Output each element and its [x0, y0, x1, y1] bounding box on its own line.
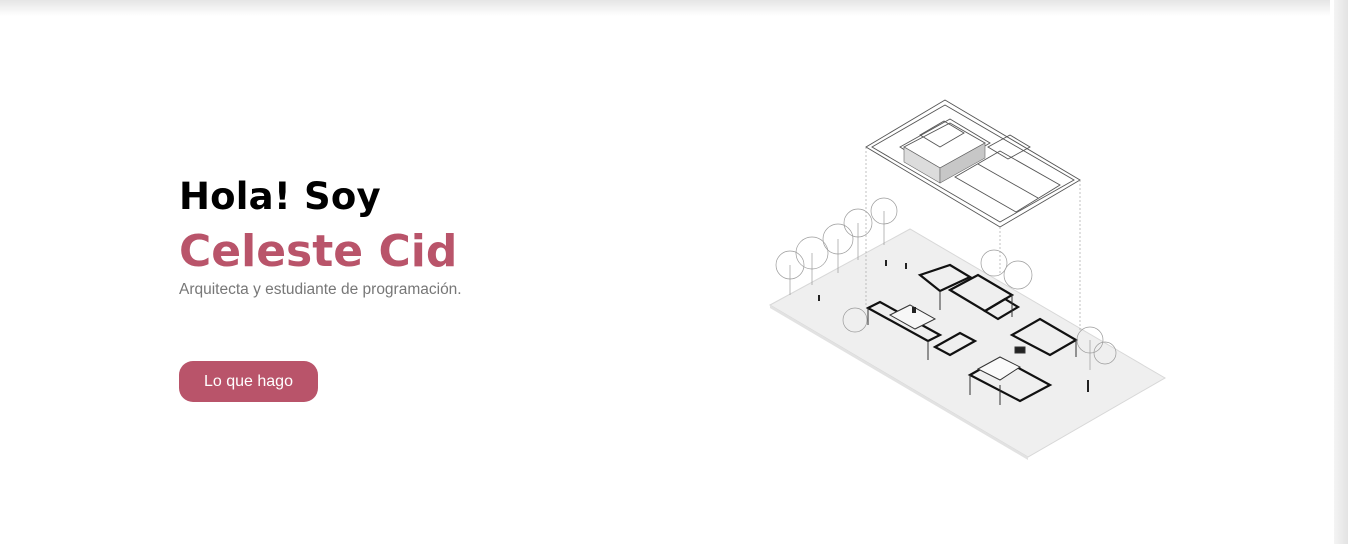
- lo-que-hago-button[interactable]: Lo que hago: [179, 361, 318, 402]
- scrollbar[interactable]: [1334, 0, 1348, 544]
- hero-section: Hola! Soy Celeste Cid Arquitecta y estud…: [179, 172, 599, 300]
- isometric-house-plan-illustration: [760, 95, 1170, 465]
- landing-page: Hola! Soy Celeste Cid Arquitecta y estud…: [0, 0, 1348, 544]
- hero-subtitle: Arquitecta y estudiante de programación.: [179, 281, 462, 298]
- header-shadow: [0, 0, 1330, 16]
- hero-greeting: Hola! Soy: [179, 175, 381, 218]
- hero-name: Celeste Cid: [179, 226, 458, 277]
